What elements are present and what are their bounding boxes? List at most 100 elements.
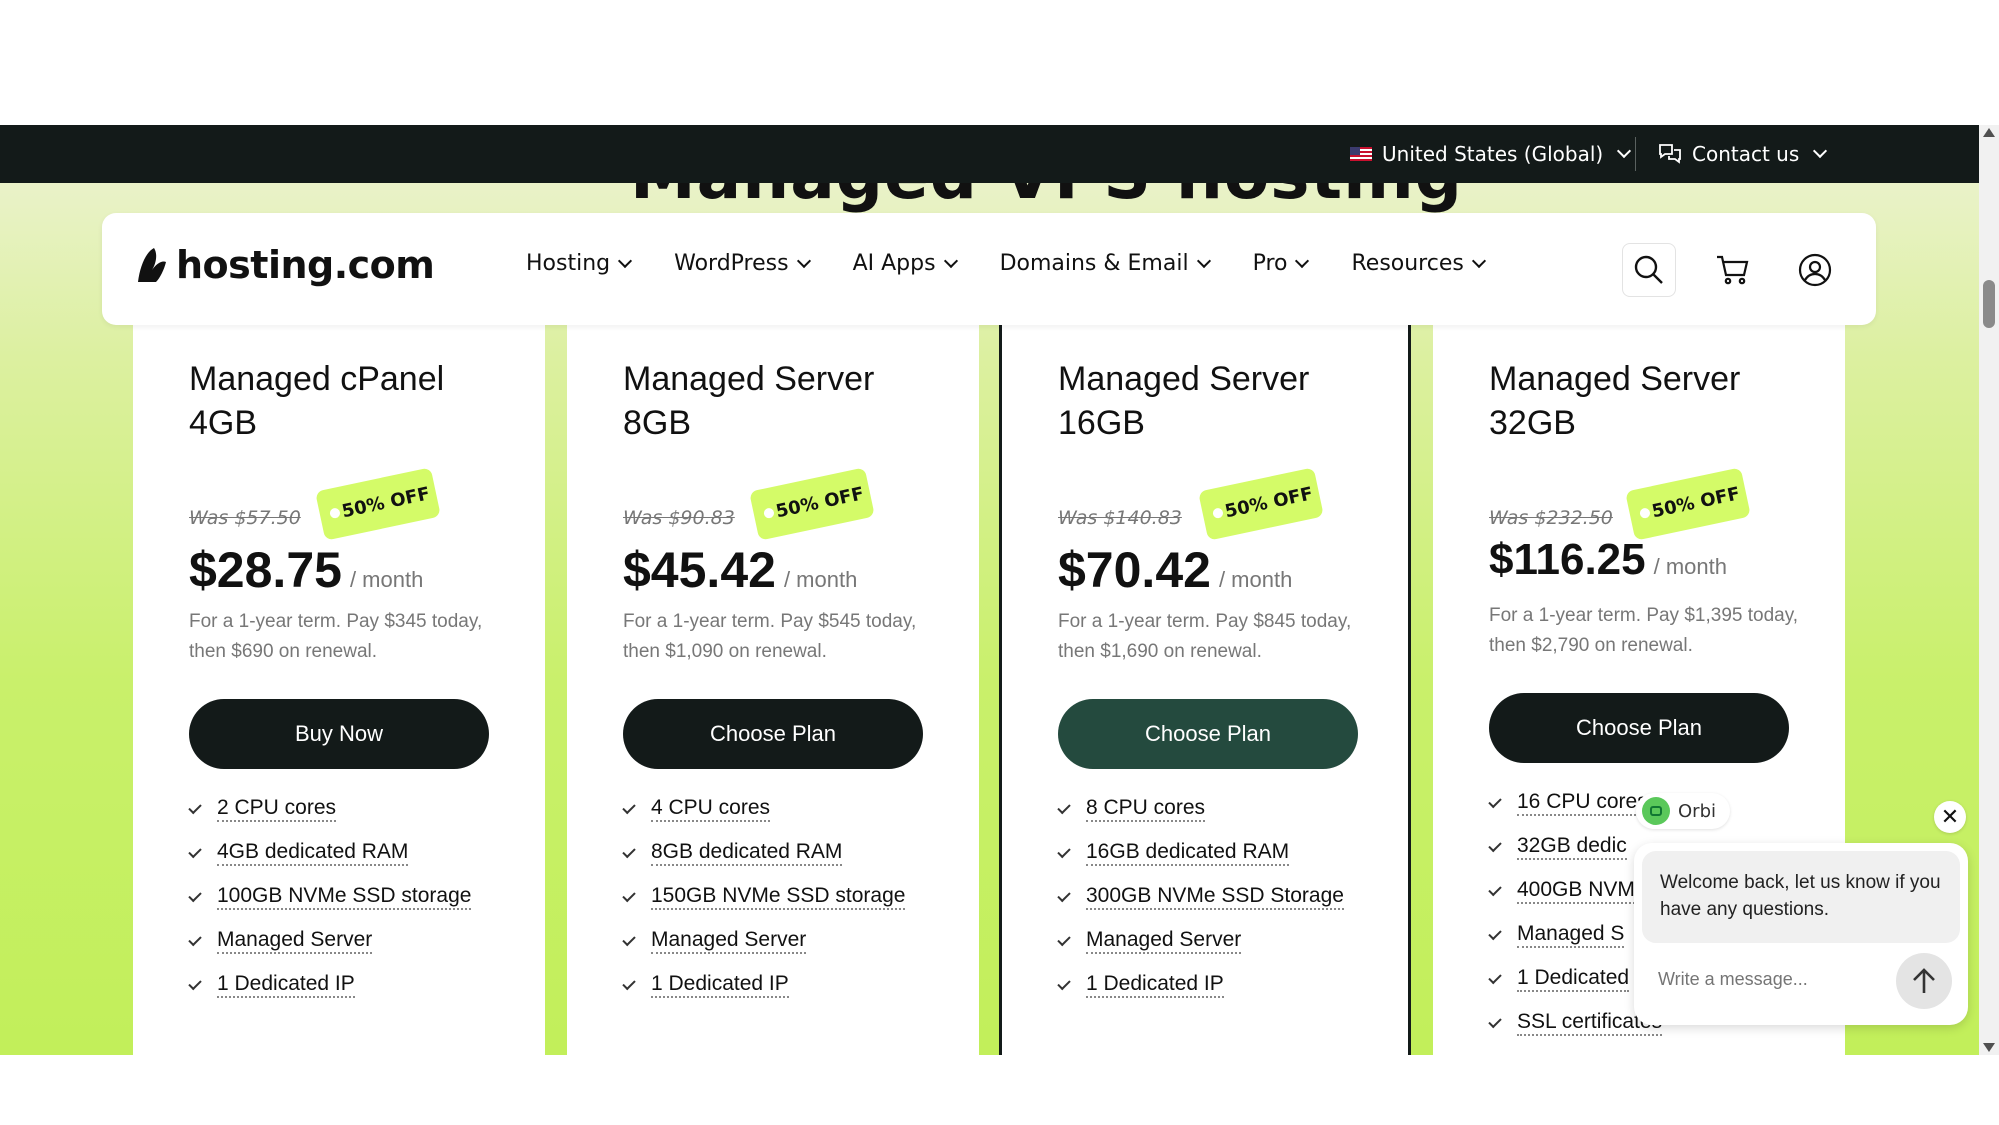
chat-message: Welcome back, let us know if you have an…: [1642, 851, 1960, 943]
plan-price-amount: $70.42: [1058, 542, 1211, 598]
feature-text[interactable]: Managed Server: [217, 928, 373, 954]
feature-item: 16GB dedicated RAM: [1057, 831, 1344, 875]
hosting-logo-icon: [134, 246, 170, 284]
scroll-down-icon[interactable]: [1983, 1043, 1995, 1052]
check-icon: [188, 976, 202, 990]
discount-badge: 50% OFF: [749, 467, 875, 541]
chat-send-button[interactable]: [1896, 953, 1952, 1009]
feature-item: 300GB NVMe SSD Storage: [1057, 875, 1344, 919]
arrow-up-icon: [1913, 968, 1935, 993]
nav-item-pro[interactable]: Pro: [1252, 251, 1310, 276]
feature-text[interactable]: 8 CPU cores: [1086, 796, 1206, 822]
check-icon: [188, 800, 202, 814]
contact-us-menu[interactable]: Contact us: [1658, 139, 1828, 169]
feature-text[interactable]: 1 Dedicated IP: [651, 972, 789, 998]
feature-text[interactable]: 1 Dedicated: [1517, 966, 1630, 992]
chevron-down-icon: [618, 253, 633, 268]
page-viewport: United States (Global) Contact us Manage…: [0, 125, 1979, 1055]
nav-item-label: AI Apps: [852, 251, 936, 276]
top-bar: United States (Global) Contact us: [0, 125, 1979, 183]
discount-badge: 50% OFF: [315, 467, 441, 541]
plan-title: Managed cPanel 4GB: [189, 360, 445, 442]
feature-text[interactable]: 1 Dedicated IP: [217, 972, 355, 998]
plan-title: Managed Server 32GB: [1489, 360, 1741, 442]
check-icon: [1488, 926, 1502, 940]
feature-text[interactable]: 8GB dedicated RAM: [651, 840, 843, 866]
feature-text[interactable]: Managed Server: [1086, 928, 1242, 954]
check-icon: [622, 932, 636, 946]
nav-menu: Hosting WordPress AI Apps Domains & Emai…: [526, 251, 1486, 276]
feature-item: Managed Server: [1057, 919, 1344, 963]
plan-features: 8 CPU cores 16GB dedicated RAM 300GB NVM…: [1057, 787, 1344, 1007]
feature-text[interactable]: 16 CPU cores: [1517, 790, 1648, 816]
plan-was-price: Was $232.50: [1489, 507, 1613, 529]
feature-text[interactable]: 100GB NVMe SSD storage: [217, 884, 472, 910]
feature-text[interactable]: 16GB dedicated RAM: [1086, 840, 1290, 866]
feature-text[interactable]: 150GB NVMe SSD storage: [651, 884, 906, 910]
choose-plan-button[interactable]: Choose Plan: [1489, 693, 1789, 763]
discount-badge: 50% OFF: [1198, 467, 1324, 541]
check-icon: [1488, 882, 1502, 896]
plan-card-cpanel-4gb: Managed cPanel 4GB Was $57.50 50% OFF $2…: [133, 325, 545, 1055]
check-icon: [188, 932, 202, 946]
nav-item-domains-email[interactable]: Domains & Email: [999, 251, 1211, 276]
nav-item-label: Domains & Email: [999, 251, 1189, 276]
search-button[interactable]: [1622, 243, 1676, 297]
plan-was-price: Was $140.83: [1058, 507, 1182, 529]
check-icon: [1057, 932, 1071, 946]
plan-features: 2 CPU cores 4GB dedicated RAM 100GB NVMe…: [188, 787, 472, 1007]
plan-price-amount: $116.25: [1489, 535, 1646, 584]
plan-term-note: For a 1-year term. Pay $545 today, then …: [623, 611, 917, 662]
check-icon: [1057, 888, 1071, 902]
plan-was-price: Was $90.83: [623, 507, 735, 529]
nav-item-ai-apps[interactable]: AI Apps: [852, 251, 958, 276]
account-button[interactable]: [1788, 243, 1842, 297]
feature-item: Managed Server: [188, 919, 471, 963]
check-icon: [1488, 1014, 1502, 1028]
feature-item: 100GB NVMe SSD storage: [188, 875, 472, 919]
feature-text[interactable]: 4GB dedicated RAM: [217, 840, 409, 866]
contact-us-label: Contact us: [1692, 142, 1800, 166]
region-selector[interactable]: United States (Global): [1350, 139, 1632, 169]
feature-text[interactable]: 400GB NVM: [1517, 878, 1635, 904]
feature-text[interactable]: 300GB NVMe SSD Storage: [1086, 884, 1344, 910]
check-icon: [1488, 970, 1502, 984]
chat-message-input[interactable]: [1658, 969, 1878, 990]
vertical-scrollbar[interactable]: [1979, 125, 1999, 1055]
site-logo[interactable]: hosting.com: [134, 243, 435, 287]
chevron-down-icon: [1813, 143, 1828, 159]
scrollbar-thumb[interactable]: [1983, 280, 1995, 328]
chevron-down-icon: [1471, 253, 1486, 268]
feature-text[interactable]: Managed Server: [651, 928, 807, 954]
feature-text[interactable]: Managed S: [1517, 922, 1625, 948]
check-icon: [622, 844, 636, 858]
chat-close-button[interactable]: ✕: [1934, 801, 1966, 833]
plan-price: $70.42 / month: [1058, 541, 1292, 599]
discount-badge: 50% OFF: [1625, 467, 1751, 541]
plan-price-amount: $45.42: [623, 542, 776, 598]
buy-now-button[interactable]: Buy Now: [189, 699, 489, 769]
choose-plan-button[interactable]: Choose Plan: [1058, 699, 1358, 769]
feature-text[interactable]: 1 Dedicated IP: [1086, 972, 1224, 998]
plan-features: 4 CPU cores 8GB dedicated RAM 150GB NVMe…: [622, 787, 906, 1007]
nav-item-wordpress[interactable]: WordPress: [674, 251, 811, 276]
chevron-down-icon: [1617, 143, 1632, 159]
topbar-divider: [1635, 137, 1636, 171]
feature-text[interactable]: 2 CPU cores: [217, 796, 337, 822]
nav-item-hosting[interactable]: Hosting: [526, 251, 633, 276]
nav-item-resources[interactable]: Resources: [1351, 251, 1486, 276]
feature-text[interactable]: 32GB dedic: [1517, 834, 1627, 860]
logo-text: hosting.com: [176, 243, 435, 287]
nav-item-label: WordPress: [674, 251, 789, 276]
main-navigation: hosting.com Hosting WordPress AI Apps Do…: [102, 213, 1876, 325]
us-flag-icon: [1350, 147, 1372, 161]
cart-button[interactable]: [1706, 243, 1760, 297]
plan-title: Managed Server 16GB: [1058, 360, 1310, 442]
choose-plan-button[interactable]: Choose Plan: [623, 699, 923, 769]
plan-price-period: / month: [1218, 567, 1293, 592]
nav-item-label: Pro: [1252, 251, 1288, 276]
check-icon: [1057, 844, 1071, 858]
chat-bubbles-icon: [1659, 144, 1681, 164]
scroll-up-icon[interactable]: [1983, 128, 1995, 137]
feature-text[interactable]: 4 CPU cores: [651, 796, 771, 822]
